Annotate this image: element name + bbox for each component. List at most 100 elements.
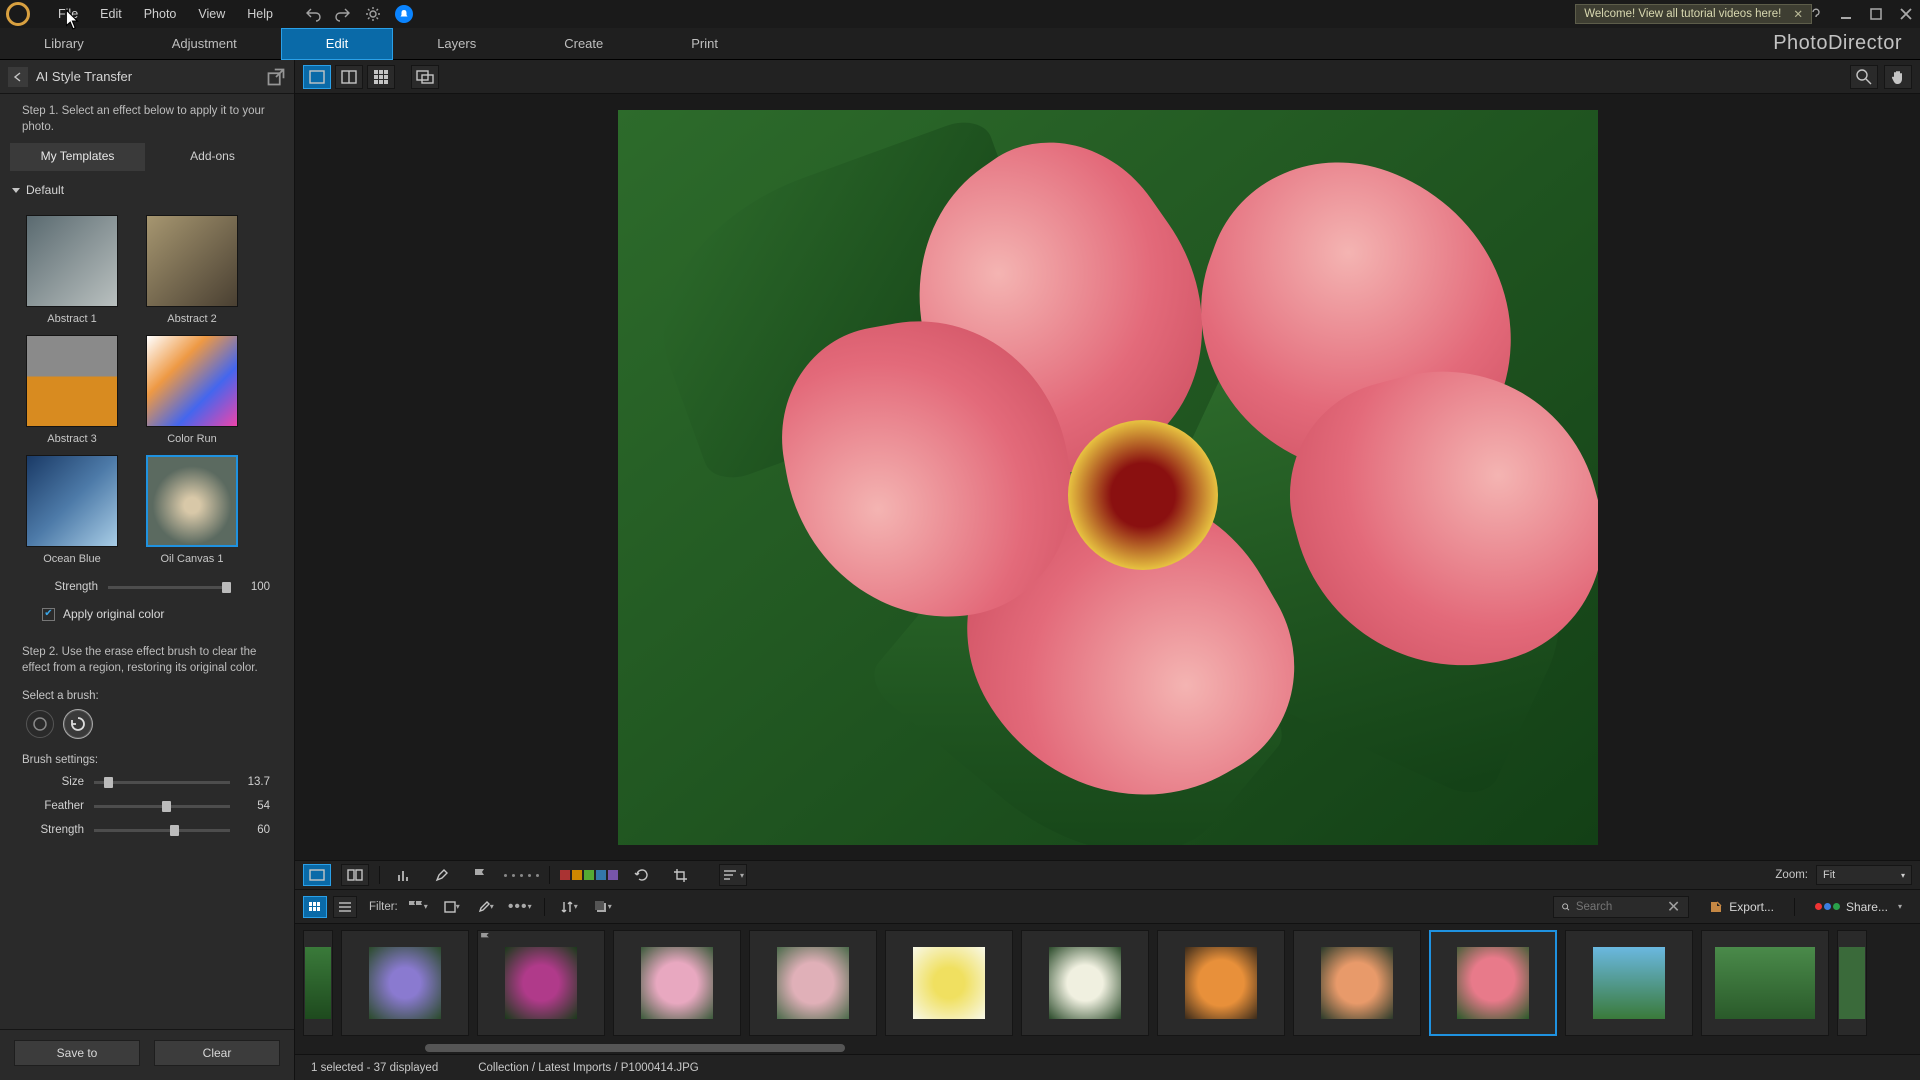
size-value: 13.7: [240, 776, 270, 788]
sort-icon[interactable]: ▾: [555, 896, 583, 918]
stack-icon[interactable]: ▾: [589, 896, 617, 918]
maximize-icon[interactable]: [1868, 7, 1884, 21]
filmstrip[interactable]: [295, 924, 1920, 1042]
film-item[interactable]: [1701, 930, 1829, 1036]
rotate-icon[interactable]: [628, 864, 656, 886]
filter-label-icon[interactable]: ▾: [438, 896, 466, 918]
sort-menu-icon[interactable]: ▾: [719, 864, 747, 886]
export-icon: [1709, 900, 1723, 914]
flag-icon[interactable]: [466, 864, 494, 886]
strip-view-grid-icon[interactable]: [303, 896, 327, 918]
film-item[interactable]: [1157, 930, 1285, 1036]
view-split-icon[interactable]: [335, 65, 363, 89]
film-item[interactable]: [1837, 930, 1867, 1036]
menu-edit[interactable]: Edit: [90, 3, 132, 25]
template-abstract-2[interactable]: Abstract 2: [146, 215, 238, 325]
view-secondary-icon[interactable]: [411, 65, 439, 89]
close-icon[interactable]: [1898, 7, 1914, 21]
film-item[interactable]: [885, 930, 1013, 1036]
zoom-value: Fit: [1823, 869, 1835, 881]
strip-view-list-icon[interactable]: [333, 896, 357, 918]
compare-side-icon[interactable]: [341, 864, 369, 886]
menu-help[interactable]: Help: [237, 3, 283, 25]
filmstrip-scrollbar[interactable]: [295, 1042, 1920, 1054]
template-abstract-1[interactable]: Abstract 1: [26, 215, 118, 325]
gear-icon[interactable]: [365, 6, 381, 22]
tutorial-banner[interactable]: Welcome! View all tutorial videos here! …: [1575, 4, 1812, 24]
tab-library[interactable]: Library: [0, 28, 128, 60]
minimize-icon[interactable]: [1838, 7, 1854, 21]
flag-icon: [480, 933, 491, 944]
save-to-button[interactable]: Save to: [14, 1040, 140, 1066]
search-box[interactable]: ✕: [1553, 896, 1689, 918]
menubar: File Edit Photo View Help Welcome! View …: [0, 0, 1920, 28]
menu-photo[interactable]: Photo: [134, 3, 187, 25]
size-slider[interactable]: [94, 781, 230, 784]
compare-single-icon[interactable]: [303, 864, 331, 886]
popout-icon[interactable]: [266, 67, 286, 87]
redo-icon[interactable]: [335, 6, 351, 22]
undo-icon[interactable]: [305, 6, 321, 22]
thumb-label: Abstract 3: [47, 433, 97, 445]
star-rating[interactable]: [504, 874, 539, 877]
notification-bell-icon[interactable]: [395, 5, 413, 23]
menu-view[interactable]: View: [188, 3, 235, 25]
subtab-addons[interactable]: Add-ons: [145, 143, 280, 171]
share-label: Share...: [1846, 900, 1888, 914]
share-button[interactable]: Share... ▾: [1805, 896, 1912, 918]
template-color-run[interactable]: Color Run: [146, 335, 238, 445]
tab-layers[interactable]: Layers: [393, 28, 520, 60]
thumb-label: Oil Canvas 1: [161, 553, 224, 565]
zoom-tool-icon[interactable]: [1850, 65, 1878, 89]
export-button[interactable]: Export...: [1699, 896, 1784, 918]
film-item[interactable]: [749, 930, 877, 1036]
film-item[interactable]: [303, 930, 333, 1036]
template-abstract-3[interactable]: Abstract 3: [26, 335, 118, 445]
brush-restore-icon[interactable]: [64, 710, 92, 738]
film-item[interactable]: [613, 930, 741, 1036]
section-default[interactable]: Default: [0, 177, 290, 203]
film-item-selected[interactable]: [1429, 930, 1557, 1036]
film-item[interactable]: [1565, 930, 1693, 1036]
film-item[interactable]: [1293, 930, 1421, 1036]
color-labels[interactable]: [560, 870, 618, 880]
hand-tool-icon[interactable]: [1884, 65, 1912, 89]
view-single-icon[interactable]: [303, 65, 331, 89]
strength-slider[interactable]: [108, 586, 230, 589]
help-icon[interactable]: [1808, 7, 1824, 21]
tutorial-close-icon[interactable]: ✕: [1793, 7, 1803, 21]
canvas[interactable]: [295, 94, 1920, 860]
filter-edit-icon[interactable]: ▾: [472, 896, 500, 918]
tab-create[interactable]: Create: [520, 28, 647, 60]
tab-adjustment[interactable]: Adjustment: [128, 28, 281, 60]
search-clear-icon[interactable]: ✕: [1667, 897, 1680, 917]
film-item[interactable]: [1021, 930, 1149, 1036]
feather-slider[interactable]: [94, 805, 230, 808]
apply-original-checkbox[interactable]: [42, 608, 55, 621]
export-label: Export...: [1729, 900, 1774, 914]
tab-print[interactable]: Print: [647, 28, 762, 60]
brush-edit-icon[interactable]: [428, 864, 456, 886]
thumb-label: Abstract 2: [167, 313, 217, 325]
filter-more-icon[interactable]: •••▾: [506, 896, 534, 918]
clear-button[interactable]: Clear: [154, 1040, 280, 1066]
cursor-pointer-icon: [66, 10, 80, 30]
selection-status: 1 selected - 37 displayed: [311, 1062, 438, 1074]
film-item[interactable]: [341, 930, 469, 1036]
crop-icon[interactable]: [666, 864, 694, 886]
back-button[interactable]: [8, 67, 28, 87]
select-brush-label: Select a brush:: [0, 684, 290, 704]
template-ocean-blue[interactable]: Ocean Blue: [26, 455, 118, 565]
subtab-my-templates[interactable]: My Templates: [10, 143, 145, 171]
template-grid: Abstract 1 Abstract 2 Abstract 3 Color R…: [0, 203, 290, 573]
histogram-icon[interactable]: [390, 864, 418, 886]
tab-edit[interactable]: Edit: [281, 28, 393, 60]
strength2-slider[interactable]: [94, 829, 230, 832]
filter-flag-icon[interactable]: ▾: [404, 896, 432, 918]
brush-erase-icon[interactable]: [26, 710, 54, 738]
template-oil-canvas-1[interactable]: Oil Canvas 1: [146, 455, 238, 565]
search-input[interactable]: [1576, 901, 1661, 913]
film-item[interactable]: [477, 930, 605, 1036]
zoom-select[interactable]: Fit▾: [1816, 865, 1912, 885]
view-grid-icon[interactable]: [367, 65, 395, 89]
